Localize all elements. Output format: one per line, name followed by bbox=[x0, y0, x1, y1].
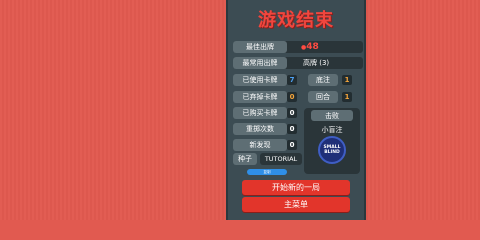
new-discoveries-label: 新发现 bbox=[233, 139, 287, 151]
best-hand-value: ●48 bbox=[301, 42, 319, 52]
most-played-value: 高牌 (3) bbox=[303, 59, 330, 67]
ante-label: 底注 bbox=[308, 74, 338, 86]
rerolls-value: 0 bbox=[287, 124, 297, 134]
most-played-row: 最常用出牌 高牌 (3) bbox=[233, 57, 363, 69]
rerolls-label: 重掷次数 bbox=[233, 123, 287, 135]
new-discoveries-value: 0 bbox=[287, 140, 297, 150]
game-over-title: 游戏结束 bbox=[258, 10, 334, 31]
main-menu-button[interactable]: 主菜单 bbox=[242, 197, 350, 212]
cards-discarded-value: 0 bbox=[287, 92, 297, 102]
cards-played-value: 7 bbox=[287, 75, 297, 85]
cards-purchased-value: 0 bbox=[287, 108, 297, 118]
small-blind-chip-icon: SMALL BLIND bbox=[318, 136, 346, 164]
cards-purchased-label: 已购买卡牌 bbox=[233, 107, 287, 119]
blind-name: 小盲注 bbox=[321, 126, 343, 134]
seed-value: TUTORIAL bbox=[260, 153, 302, 165]
defeated-by-label: 击败 bbox=[311, 110, 353, 121]
cards-discarded-label: 已弃掉卡牌 bbox=[233, 91, 287, 103]
round-label: 回合 bbox=[308, 91, 338, 103]
cards-played-label: 已使用卡牌 bbox=[233, 74, 287, 86]
best-hand-label: 最佳出牌 bbox=[233, 41, 287, 53]
seed-label: 种子 bbox=[233, 153, 257, 165]
defeated-by-card: 击败 小盲注 SMALL BLIND bbox=[304, 108, 360, 174]
best-hand-row: 最佳出牌 ●48 bbox=[233, 41, 363, 53]
most-played-label: 最常用出牌 bbox=[233, 57, 287, 69]
round-value: 1 bbox=[342, 92, 352, 102]
ante-value: 1 bbox=[342, 75, 352, 85]
new-run-button[interactable]: 开始新的一局 bbox=[242, 180, 350, 195]
copy-seed-button[interactable]: 复制 bbox=[247, 169, 287, 175]
